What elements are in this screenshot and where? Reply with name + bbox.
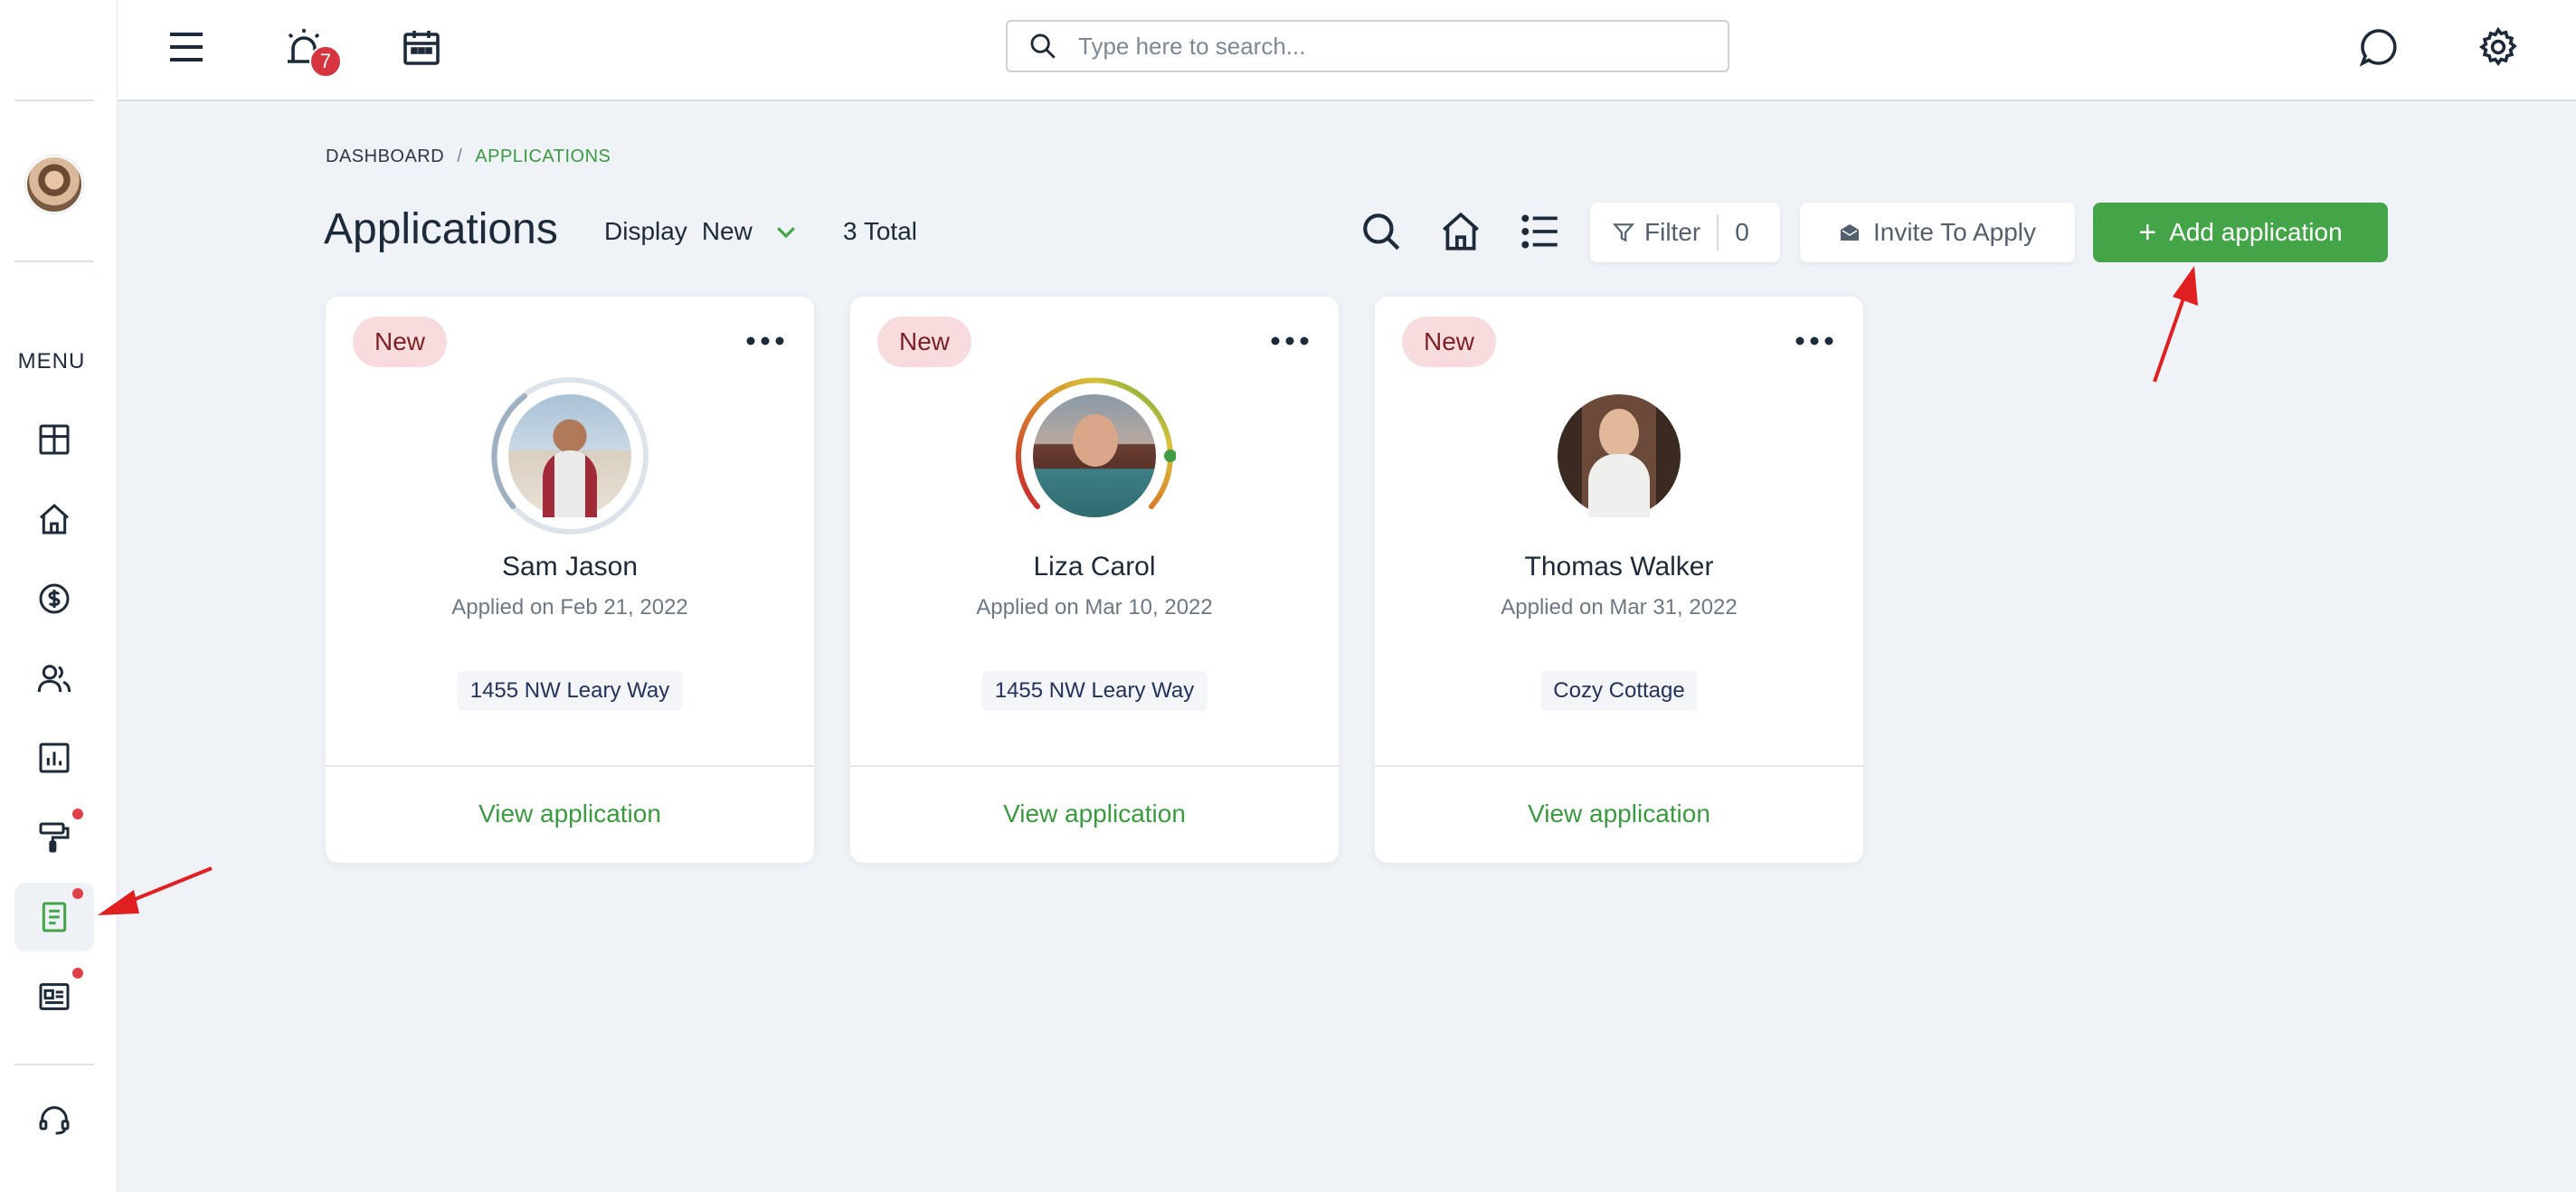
card-divider: [1375, 765, 1863, 767]
page-title: Applications: [324, 205, 558, 253]
sidebar-item-support[interactable]: [14, 1085, 94, 1154]
applicant-name: Sam Jason: [501, 552, 639, 582]
filter-icon: [1612, 223, 1635, 242]
status-tag: New: [877, 317, 972, 367]
property-chip: 1455 NW Leary Way: [457, 671, 683, 711]
breadcrumb: DASHBOARD / APPLICATIONS: [326, 147, 611, 167]
invite-label: Invite To Apply: [1872, 218, 2037, 246]
sidebar-item-listings[interactable]: [14, 962, 94, 1031]
card-divider: [850, 765, 1339, 767]
view-application-link[interactable]: View application: [1375, 799, 1863, 828]
plus-icon: +: [2138, 215, 2157, 250]
home-icon: [1443, 212, 1479, 251]
home-icon: [40, 503, 69, 535]
user-avatar[interactable]: [25, 156, 83, 213]
chevron-down-icon: [776, 227, 795, 239]
sidebar: MENU: [0, 0, 118, 1192]
application-card: New Thomas Walker Applied on Mar 31, 202…: [1375, 297, 1863, 863]
paint-roller-icon: [39, 822, 70, 853]
search-applications-button[interactable]: [1354, 204, 1408, 259]
applied-date: Applied on Mar 10, 2022: [976, 595, 1213, 620]
search-box: [1006, 20, 1729, 72]
applicant-name: Liza Carol: [1033, 552, 1156, 582]
menu-toggle[interactable]: [159, 20, 213, 74]
applicant-avatar: [1558, 394, 1681, 517]
breadcrumb-separator: /: [457, 147, 463, 166]
display-value: New: [701, 217, 753, 245]
list-view-button[interactable]: [1513, 204, 1567, 259]
topbar: 7: [118, 0, 2576, 101]
status-tag: New: [1402, 317, 1497, 367]
applied-date: Applied on Feb 21, 2022: [451, 595, 688, 620]
breadcrumb-dashboard[interactable]: DASHBOARD: [326, 147, 444, 166]
notification-dot: [72, 809, 83, 819]
display-select[interactable]: Display New: [604, 217, 800, 246]
add-application-label: Add application: [2169, 218, 2343, 246]
gear-icon: [2478, 26, 2517, 67]
list-icon: [1521, 214, 1558, 249]
filter-count: 0: [1735, 218, 1749, 246]
invite-to-apply-button[interactable]: Invite To Apply: [1800, 203, 2075, 262]
search-input[interactable]: [1078, 32, 1693, 61]
property-chip: Cozy Cottage: [1540, 671, 1698, 711]
applicant-avatar: [1033, 394, 1156, 517]
chat-button[interactable]: [2352, 20, 2406, 74]
settings-button[interactable]: [2471, 20, 2525, 74]
document-icon: [42, 902, 67, 932]
dollar-circle-icon: [39, 583, 70, 614]
newspaper-icon: [39, 983, 70, 1010]
calendar-button[interactable]: [394, 20, 449, 74]
annotation-arrow-sidebar: [98, 866, 213, 915]
headset-icon: [39, 1106, 70, 1135]
applicant-avatar: [508, 394, 631, 517]
more-options-icon[interactable]: [1793, 327, 1836, 355]
chat-bubble-icon: [2359, 29, 2397, 67]
view-application-link[interactable]: View application: [850, 799, 1339, 828]
filter-label: Filter: [1644, 218, 1701, 246]
sidebar-item-maintenance[interactable]: [14, 803, 94, 872]
bar-chart-icon: [39, 743, 70, 773]
add-application-button[interactable]: + Add application: [2093, 203, 2388, 262]
hamburger-icon: [170, 33, 203, 61]
status-tag: New: [353, 317, 448, 367]
filter-button[interactable]: Filter 0: [1590, 203, 1780, 262]
envelope-icon: [1840, 224, 1859, 241]
users-icon: [37, 665, 71, 693]
card-divider: [326, 765, 814, 767]
sidebar-item-properties[interactable]: [14, 485, 94, 553]
sidebar-item-people[interactable]: [14, 644, 94, 713]
sidebar-item-dashboard[interactable]: [14, 405, 94, 474]
more-options-icon[interactable]: [743, 327, 787, 355]
grid-view-button[interactable]: [1434, 204, 1488, 259]
sidebar-divider: [14, 1064, 94, 1065]
filter-divider: [1717, 214, 1719, 251]
total-count: 3 Total: [843, 217, 917, 245]
view-application-link[interactable]: View application: [326, 799, 814, 828]
calendar-icon: [403, 31, 440, 65]
sidebar-item-applications[interactable]: [14, 883, 94, 951]
property-chip: 1455 NW Leary Way: [981, 671, 1208, 711]
applicant-name: Thomas Walker: [1524, 552, 1714, 582]
notification-dot: [72, 968, 83, 979]
breadcrumb-current: APPLICATIONS: [475, 147, 611, 166]
avatar-ring: [488, 374, 651, 537]
avatar-ring: [1538, 374, 1700, 537]
menu-label: MENU: [17, 349, 86, 374]
search-icon: [1363, 213, 1400, 251]
sidebar-divider: [14, 260, 94, 262]
applied-date: Applied on Mar 31, 2022: [1501, 595, 1738, 620]
sidebar-divider: [14, 99, 94, 101]
display-label: Display: [604, 217, 687, 245]
search-icon: [1030, 33, 1056, 59]
sidebar-item-payments[interactable]: [14, 564, 94, 633]
notification-dot: [72, 888, 83, 899]
sidebar-item-reports[interactable]: [14, 724, 94, 792]
avatar-ring: [1013, 374, 1176, 537]
notification-count-badge: 7: [309, 45, 342, 78]
annotation-arrow-add: [2153, 266, 2198, 383]
application-card: New Liza Carol Applied on Mar 10, 2022 1…: [850, 297, 1339, 863]
layout-grid-icon: [39, 424, 70, 455]
application-card: New Sam Jason Applied on Feb 21, 2022 14…: [326, 297, 814, 863]
more-options-icon[interactable]: [1268, 327, 1312, 355]
